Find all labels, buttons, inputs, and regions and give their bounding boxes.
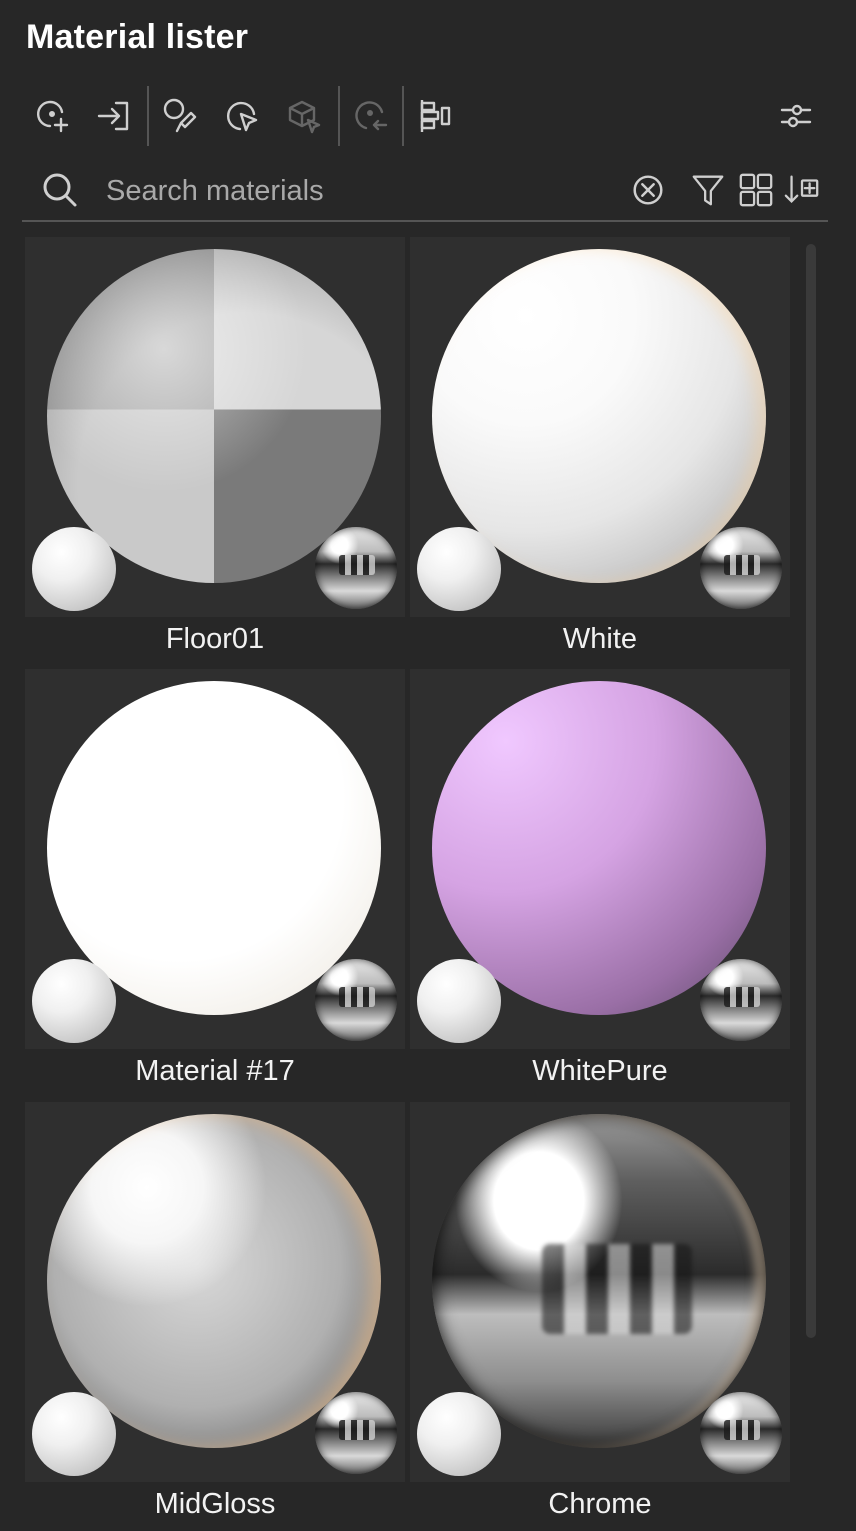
material-preview	[25, 1102, 405, 1482]
material-name: WhitePure	[532, 1055, 668, 1087]
mini-chrome-sphere	[700, 527, 782, 609]
settings-sliders-icon	[780, 104, 812, 128]
material-preview	[410, 237, 790, 617]
mini-chrome-sphere	[315, 959, 397, 1041]
filter-icon	[692, 175, 724, 206]
material-preview	[410, 1102, 790, 1482]
material-preview	[25, 669, 405, 1049]
search-bar	[22, 160, 828, 222]
material-tile[interactable]: Floor01	[25, 237, 405, 667]
mini-white-sphere	[32, 959, 116, 1043]
clear-search-button[interactable]	[628, 170, 668, 210]
preview-sphere	[432, 249, 766, 583]
material-tile[interactable]: WhitePure	[410, 669, 790, 1099]
material-name: Material #17	[135, 1055, 295, 1087]
mini-white-sphere	[32, 1392, 116, 1476]
search-icon	[43, 173, 77, 207]
grid-view-button[interactable]	[736, 170, 776, 210]
select-by-material-button[interactable]	[282, 92, 326, 140]
replace-material-button[interactable]	[348, 92, 392, 140]
preview-sphere	[432, 1114, 766, 1448]
toolbar-separator	[402, 86, 404, 146]
mini-chrome-sphere	[700, 959, 782, 1041]
select-objects-button[interactable]	[220, 92, 264, 140]
preview-sphere	[47, 1114, 381, 1448]
mini-chrome-sphere	[700, 1392, 782, 1474]
toolbar	[0, 86, 856, 148]
material-name: MidGloss	[154, 1488, 276, 1520]
eyedropper-icon	[163, 98, 197, 133]
search-input[interactable]	[104, 168, 608, 214]
panel-title: Material lister	[26, 18, 249, 56]
mini-white-sphere	[417, 527, 501, 611]
import-material-button[interactable]	[92, 92, 136, 140]
material-tile[interactable]: Material #17	[25, 669, 405, 1099]
material-preview	[25, 237, 405, 617]
mini-chrome-sphere	[315, 527, 397, 609]
import-material-icon	[97, 101, 129, 131]
preview-sphere	[47, 249, 381, 583]
settings-button[interactable]	[774, 92, 818, 140]
sort-icon	[784, 175, 819, 204]
preview-sphere	[432, 681, 766, 1015]
chrome-reflection	[542, 1244, 692, 1334]
material-tile[interactable]: White	[410, 237, 790, 667]
preview-sphere	[47, 681, 381, 1015]
mini-white-sphere	[32, 527, 116, 611]
material-lister-panel: Material lister Search materials Floor01…	[0, 0, 856, 1531]
clear-icon	[633, 175, 663, 205]
material-tile[interactable]: MidGloss	[25, 1102, 405, 1531]
material-grid: Floor01 White Material #17 WhitePure Mid…	[25, 237, 791, 1531]
scrollbar[interactable]	[806, 244, 816, 1338]
mini-white-sphere	[417, 959, 501, 1043]
toolbar-separator	[338, 86, 340, 146]
material-tree-button[interactable]	[412, 92, 456, 140]
filter-button[interactable]	[688, 170, 728, 210]
toolbar-separator	[147, 86, 149, 146]
sort-button[interactable]	[782, 170, 822, 210]
grid-view-icon	[739, 173, 773, 207]
material-name: White	[562, 623, 638, 655]
create-material-button[interactable]	[30, 92, 74, 140]
material-name: Chrome	[548, 1488, 652, 1520]
pick-material-button[interactable]	[158, 92, 202, 140]
material-tile[interactable]: Chrome	[410, 1102, 790, 1531]
box-select-icon	[288, 100, 321, 134]
mini-white-sphere	[417, 1392, 501, 1476]
material-preview	[410, 669, 790, 1049]
cursor-select-icon	[227, 101, 258, 132]
replace-material-icon	[355, 101, 388, 131]
mini-chrome-sphere	[315, 1392, 397, 1474]
create-material-icon	[37, 100, 69, 133]
material-name: Floor01	[165, 623, 265, 655]
material-tree-icon	[420, 100, 451, 132]
